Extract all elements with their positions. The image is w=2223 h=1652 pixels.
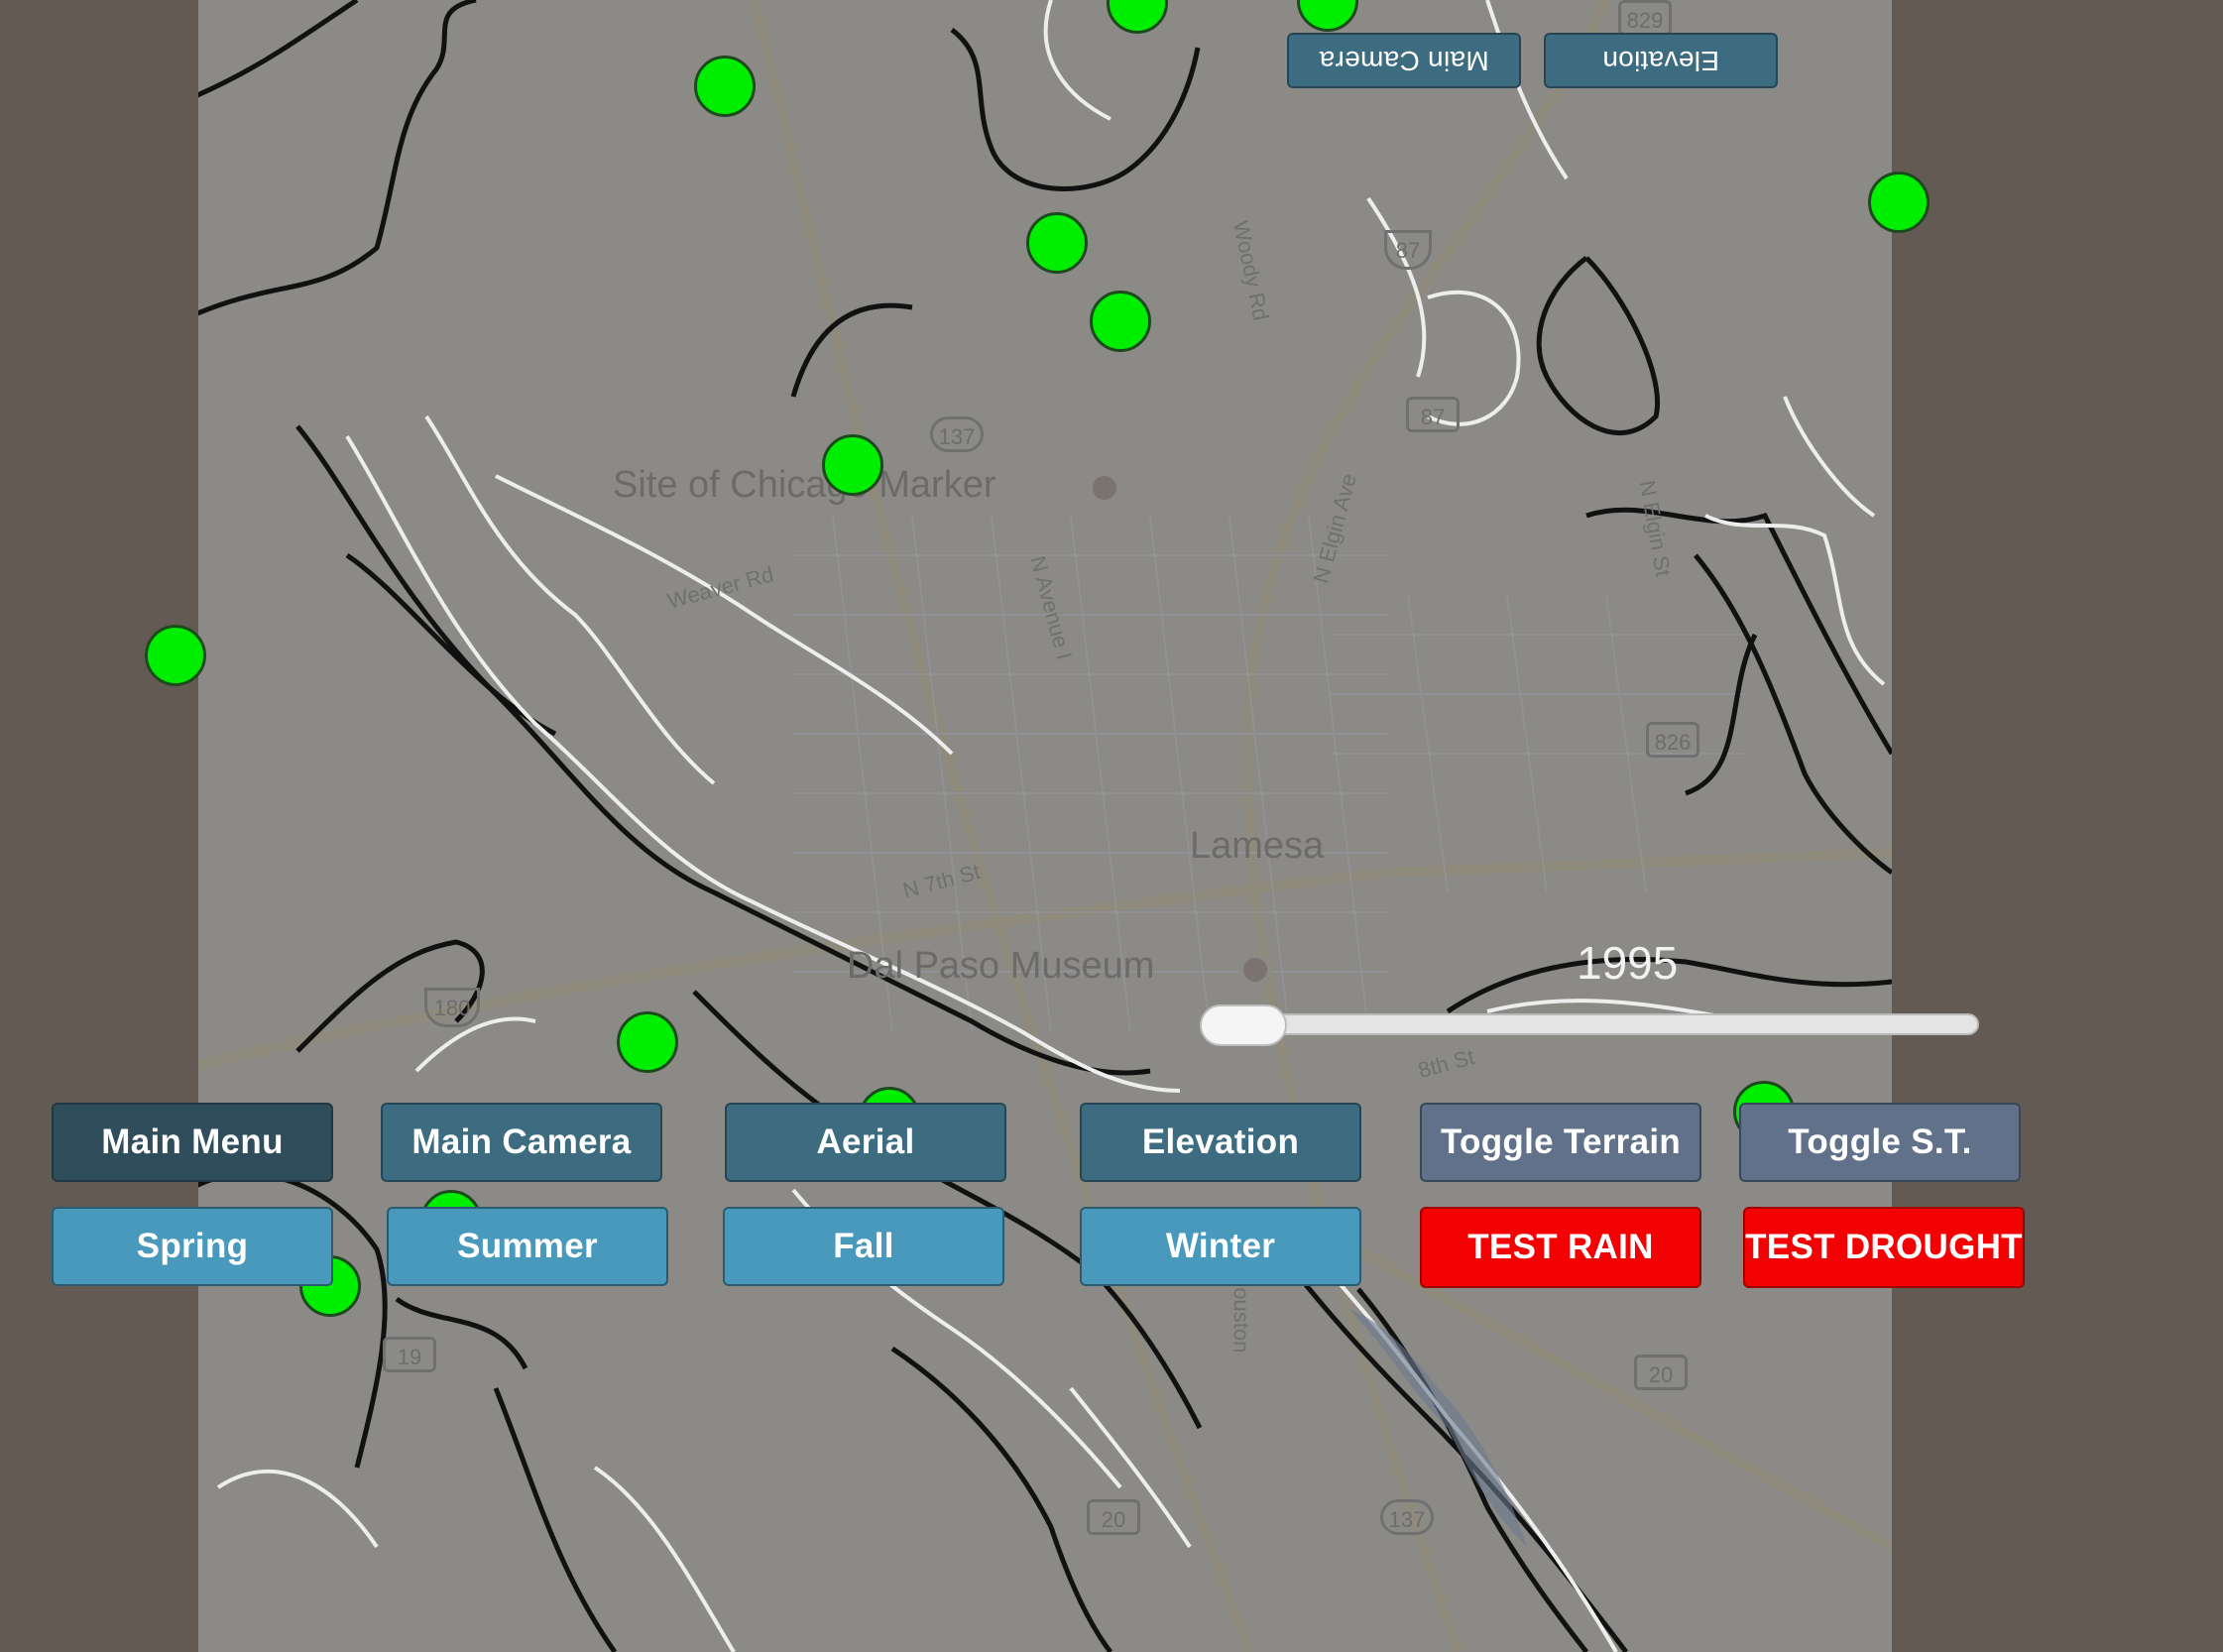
route-shield-19: 19 [383, 1337, 436, 1372]
sample-marker[interactable] [822, 434, 883, 496]
route-shield-20-east: 20 [1634, 1355, 1688, 1390]
route-shield-180: 180 [424, 988, 480, 1027]
place-label-city: Lamesa [1190, 825, 1325, 867]
main-menu-button[interactable]: Main Menu [52, 1103, 333, 1182]
route-shield-137: 137 [930, 416, 984, 452]
test-rain-button[interactable]: TEST RAIN [1420, 1207, 1701, 1288]
year-slider-track[interactable] [1220, 1013, 1979, 1035]
route-shield-829: 829 [1618, 0, 1672, 36]
sample-marker[interactable] [694, 56, 756, 117]
place-label-museum: Dal Paso Museum [847, 945, 1155, 987]
place-label-marker: Site of Chicago Marker [613, 464, 996, 506]
sample-marker[interactable] [1026, 212, 1088, 274]
sample-marker[interactable] [1868, 172, 1930, 233]
sample-marker[interactable] [617, 1011, 678, 1073]
sample-marker[interactable] [1090, 291, 1151, 352]
toggle-terrain-button[interactable]: Toggle Terrain [1420, 1103, 1701, 1182]
sample-marker[interactable] [145, 625, 206, 686]
fall-button[interactable]: Fall [723, 1207, 1004, 1286]
elevation-button-flipped[interactable]: Elevation [1544, 33, 1778, 88]
toggle-st-button[interactable]: Toggle S.T. [1739, 1103, 2021, 1182]
route-shield-20: 20 [1087, 1499, 1140, 1535]
year-label: 1995 [1577, 937, 1679, 989]
aerial-button[interactable]: Aerial [725, 1103, 1006, 1182]
spring-button[interactable]: Spring [52, 1207, 333, 1286]
landmark-pin-icon [1089, 472, 1120, 504]
route-shield-826: 826 [1646, 722, 1699, 758]
main-camera-button[interactable]: Main Camera [381, 1103, 662, 1182]
main-camera-button-flipped[interactable]: Main Camera [1287, 33, 1521, 88]
elevation-button[interactable]: Elevation [1080, 1103, 1361, 1182]
winter-button[interactable]: Winter [1080, 1207, 1361, 1286]
route-shield-137-south: 137 [1380, 1499, 1434, 1535]
museum-pin-icon [1239, 954, 1271, 986]
route-shield-87: 87 [1384, 230, 1432, 270]
summer-button[interactable]: Summer [387, 1207, 668, 1286]
route-shield-87-secondary: 87 [1406, 397, 1460, 432]
year-slider-thumb[interactable] [1200, 1004, 1287, 1046]
test-drought-button[interactable]: TEST DROUGHT [1743, 1207, 2025, 1288]
